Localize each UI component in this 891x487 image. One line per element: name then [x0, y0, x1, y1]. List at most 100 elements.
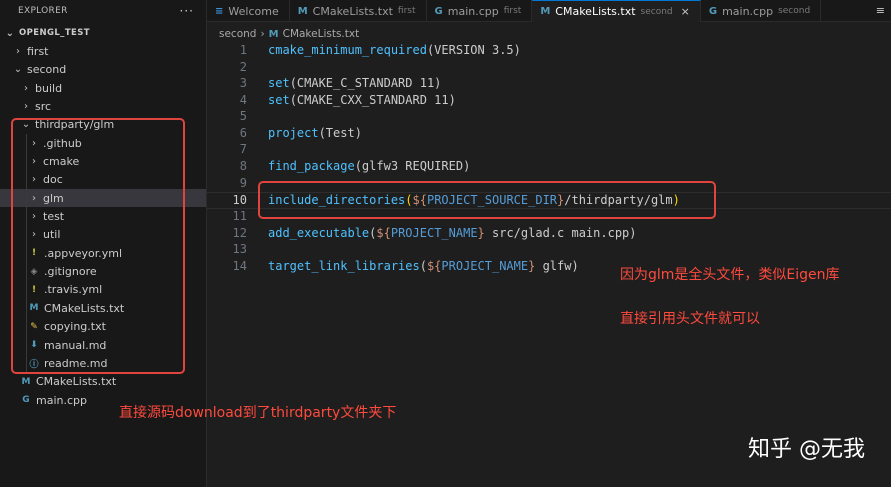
explorer-header: EXPLORER ··· [0, 0, 206, 22]
code-line[interactable]: 7 [207, 141, 891, 158]
code-line[interactable]: 1 cmake_minimum_required(VERSION 3.5) [207, 42, 891, 59]
tab-description: second [778, 6, 811, 16]
code-token: PROJECT_NAME [390, 226, 478, 241]
editor-tab[interactable]: Gmain.cpp second [701, 0, 822, 22]
code-line[interactable]: 3 set(CMAKE_C_STANDARD 11) [207, 75, 891, 92]
annotation-download: 直接源码download到了thirdparty文件夹下 [119, 405, 397, 421]
tab-label: CMakeLists.txt [312, 4, 393, 18]
tab-file-icon: G [708, 5, 718, 17]
code-token: (glfw3 REQUIRED) [354, 159, 471, 174]
tree-file[interactable]: M CMakeLists.txt [0, 373, 206, 391]
code-text: find_package(glfw3 REQUIRED) [268, 159, 470, 173]
code-token: project [268, 126, 319, 141]
line-number: 14 [232, 259, 247, 274]
breadcrumb: second › M CMakeLists.txt [219, 25, 359, 43]
file-type-icon: G [22, 395, 30, 406]
line-number: 11 [232, 209, 247, 224]
tree-item-label: first [27, 45, 49, 59]
editor-tab-bar: ≡ Welcome M CMakeLists.txt first Gmain.cpp fir… [207, 0, 891, 22]
workspace-root[interactable]: ⌄ OPENGL_TEST [0, 24, 206, 42]
tab-description: first [503, 6, 522, 16]
tab-file-icon: M [297, 5, 308, 17]
annotation-header-only: 因为glm是全头文件，类似Eigen库 [620, 267, 840, 283]
code-text: add_executable(${PROJECT_NAME} src/glad.… [268, 226, 637, 240]
code-line[interactable]: 5 [207, 108, 891, 125]
editor-tab[interactable]: M CMakeLists.txt first [290, 0, 427, 22]
line-number: 7 [239, 142, 247, 157]
code-token: set [268, 76, 290, 91]
line-number: 9 [239, 176, 247, 191]
line-number: 6 [239, 126, 247, 141]
tree-item-label: build [35, 81, 63, 95]
tree-item-label: CMakeLists.txt [36, 375, 117, 389]
explorer-title: EXPLORER [18, 6, 68, 16]
tab-file-icon: M [540, 6, 551, 17]
line-number: 10 [232, 193, 247, 208]
tab-file-icon: ≡ [215, 5, 224, 17]
line-number: 12 [232, 226, 247, 241]
editor-tab[interactable]: ≡ Welcome [207, 0, 290, 22]
line-number: 4 [239, 93, 247, 108]
tree-folder[interactable]: › first [0, 42, 206, 60]
tab-description: second [640, 6, 673, 17]
chevron-right-icon: › [24, 101, 28, 113]
code-token: target_link_libraries [268, 259, 420, 274]
code-line[interactable]: 2 [207, 59, 891, 76]
code-token: glfw) [535, 259, 579, 274]
code-token: ${ [426, 259, 442, 274]
tab-label: main.cpp [447, 4, 499, 18]
code-line[interactable]: 8 find_package(glfw3 REQUIRED) [207, 158, 891, 175]
thirdparty-highlight-box [11, 118, 185, 374]
code-token: ( [419, 259, 427, 274]
line-number: 8 [239, 159, 247, 174]
close-icon[interactable]: × [681, 5, 690, 18]
code-line[interactable]: 13 [207, 241, 891, 258]
include-line-highlight-box [258, 181, 716, 219]
annotation-include: 直接引用头文件就可以 [620, 311, 760, 327]
code-token: ${ [376, 226, 391, 241]
cmake-file-icon: M [268, 28, 279, 40]
code-token: } [477, 226, 485, 241]
tab-file-icon: G [434, 5, 443, 17]
code-token: (VERSION 3.5) [426, 43, 521, 58]
code-token: (Test) [318, 126, 362, 141]
chevron-down-icon: ⌄ [5, 27, 15, 39]
tree-item-label: main.cpp [36, 393, 87, 407]
code-text: set(CMAKE_C_STANDARD 11) [268, 76, 441, 90]
code-token: (CMAKE_CXX_STANDARD 11) [289, 93, 456, 108]
tree-item-label: src [35, 100, 52, 114]
code-token: PROJECT_NAME [441, 259, 529, 274]
code-token: src/glad.c main.cpp) [484, 226, 637, 241]
line-number: 5 [239, 109, 247, 124]
tab-label: Welcome [228, 4, 279, 18]
code-text: cmake_minimum_required(VERSION 3.5) [268, 43, 521, 57]
tree-folder[interactable]: ⌄ second [0, 61, 206, 79]
code-line[interactable]: 12 add_executable(${PROJECT_NAME} src/gla… [207, 225, 891, 242]
code-token: cmake_minimum_required [268, 43, 427, 58]
line-number: 13 [232, 242, 247, 257]
line-number: 1 [239, 43, 247, 58]
tree-folder[interactable]: › src [0, 97, 206, 115]
editor-tab[interactable]: M CMakeLists.txt second × [532, 0, 701, 22]
chevron-down-icon: ⌄ [13, 64, 23, 76]
breadcrumb-file[interactable]: CMakeLists.txt [283, 28, 360, 40]
workspace-root-label: OPENGL_TEST [19, 28, 90, 39]
breadcrumb-folder[interactable]: second [219, 28, 256, 40]
line-number: 2 [239, 60, 247, 75]
tree-item-label: second [27, 63, 67, 77]
tab-description: first [397, 6, 416, 16]
line-number: 3 [239, 76, 247, 91]
tab-overflow-icon[interactable]: ≡ [821, 0, 891, 21]
watermark: 知乎 @无我 [748, 437, 865, 462]
tab-label: CMakeLists.txt [555, 5, 636, 18]
code-line[interactable]: 4 set(CMAKE_CXX_STANDARD 11) [207, 92, 891, 109]
code-token: (CMAKE_C_STANDARD 11) [289, 76, 442, 91]
chevron-right-icon: › [16, 46, 20, 58]
code-line[interactable]: 6 project(Test) [207, 125, 891, 142]
code-token: set [268, 93, 290, 108]
tab-label: main.cpp [722, 4, 774, 18]
code-text: set(CMAKE_CXX_STANDARD 11) [268, 93, 456, 107]
tree-folder[interactable]: › build [0, 79, 206, 97]
more-actions-icon[interactable]: ··· [180, 4, 194, 18]
editor-tab[interactable]: Gmain.cpp first [427, 0, 533, 22]
